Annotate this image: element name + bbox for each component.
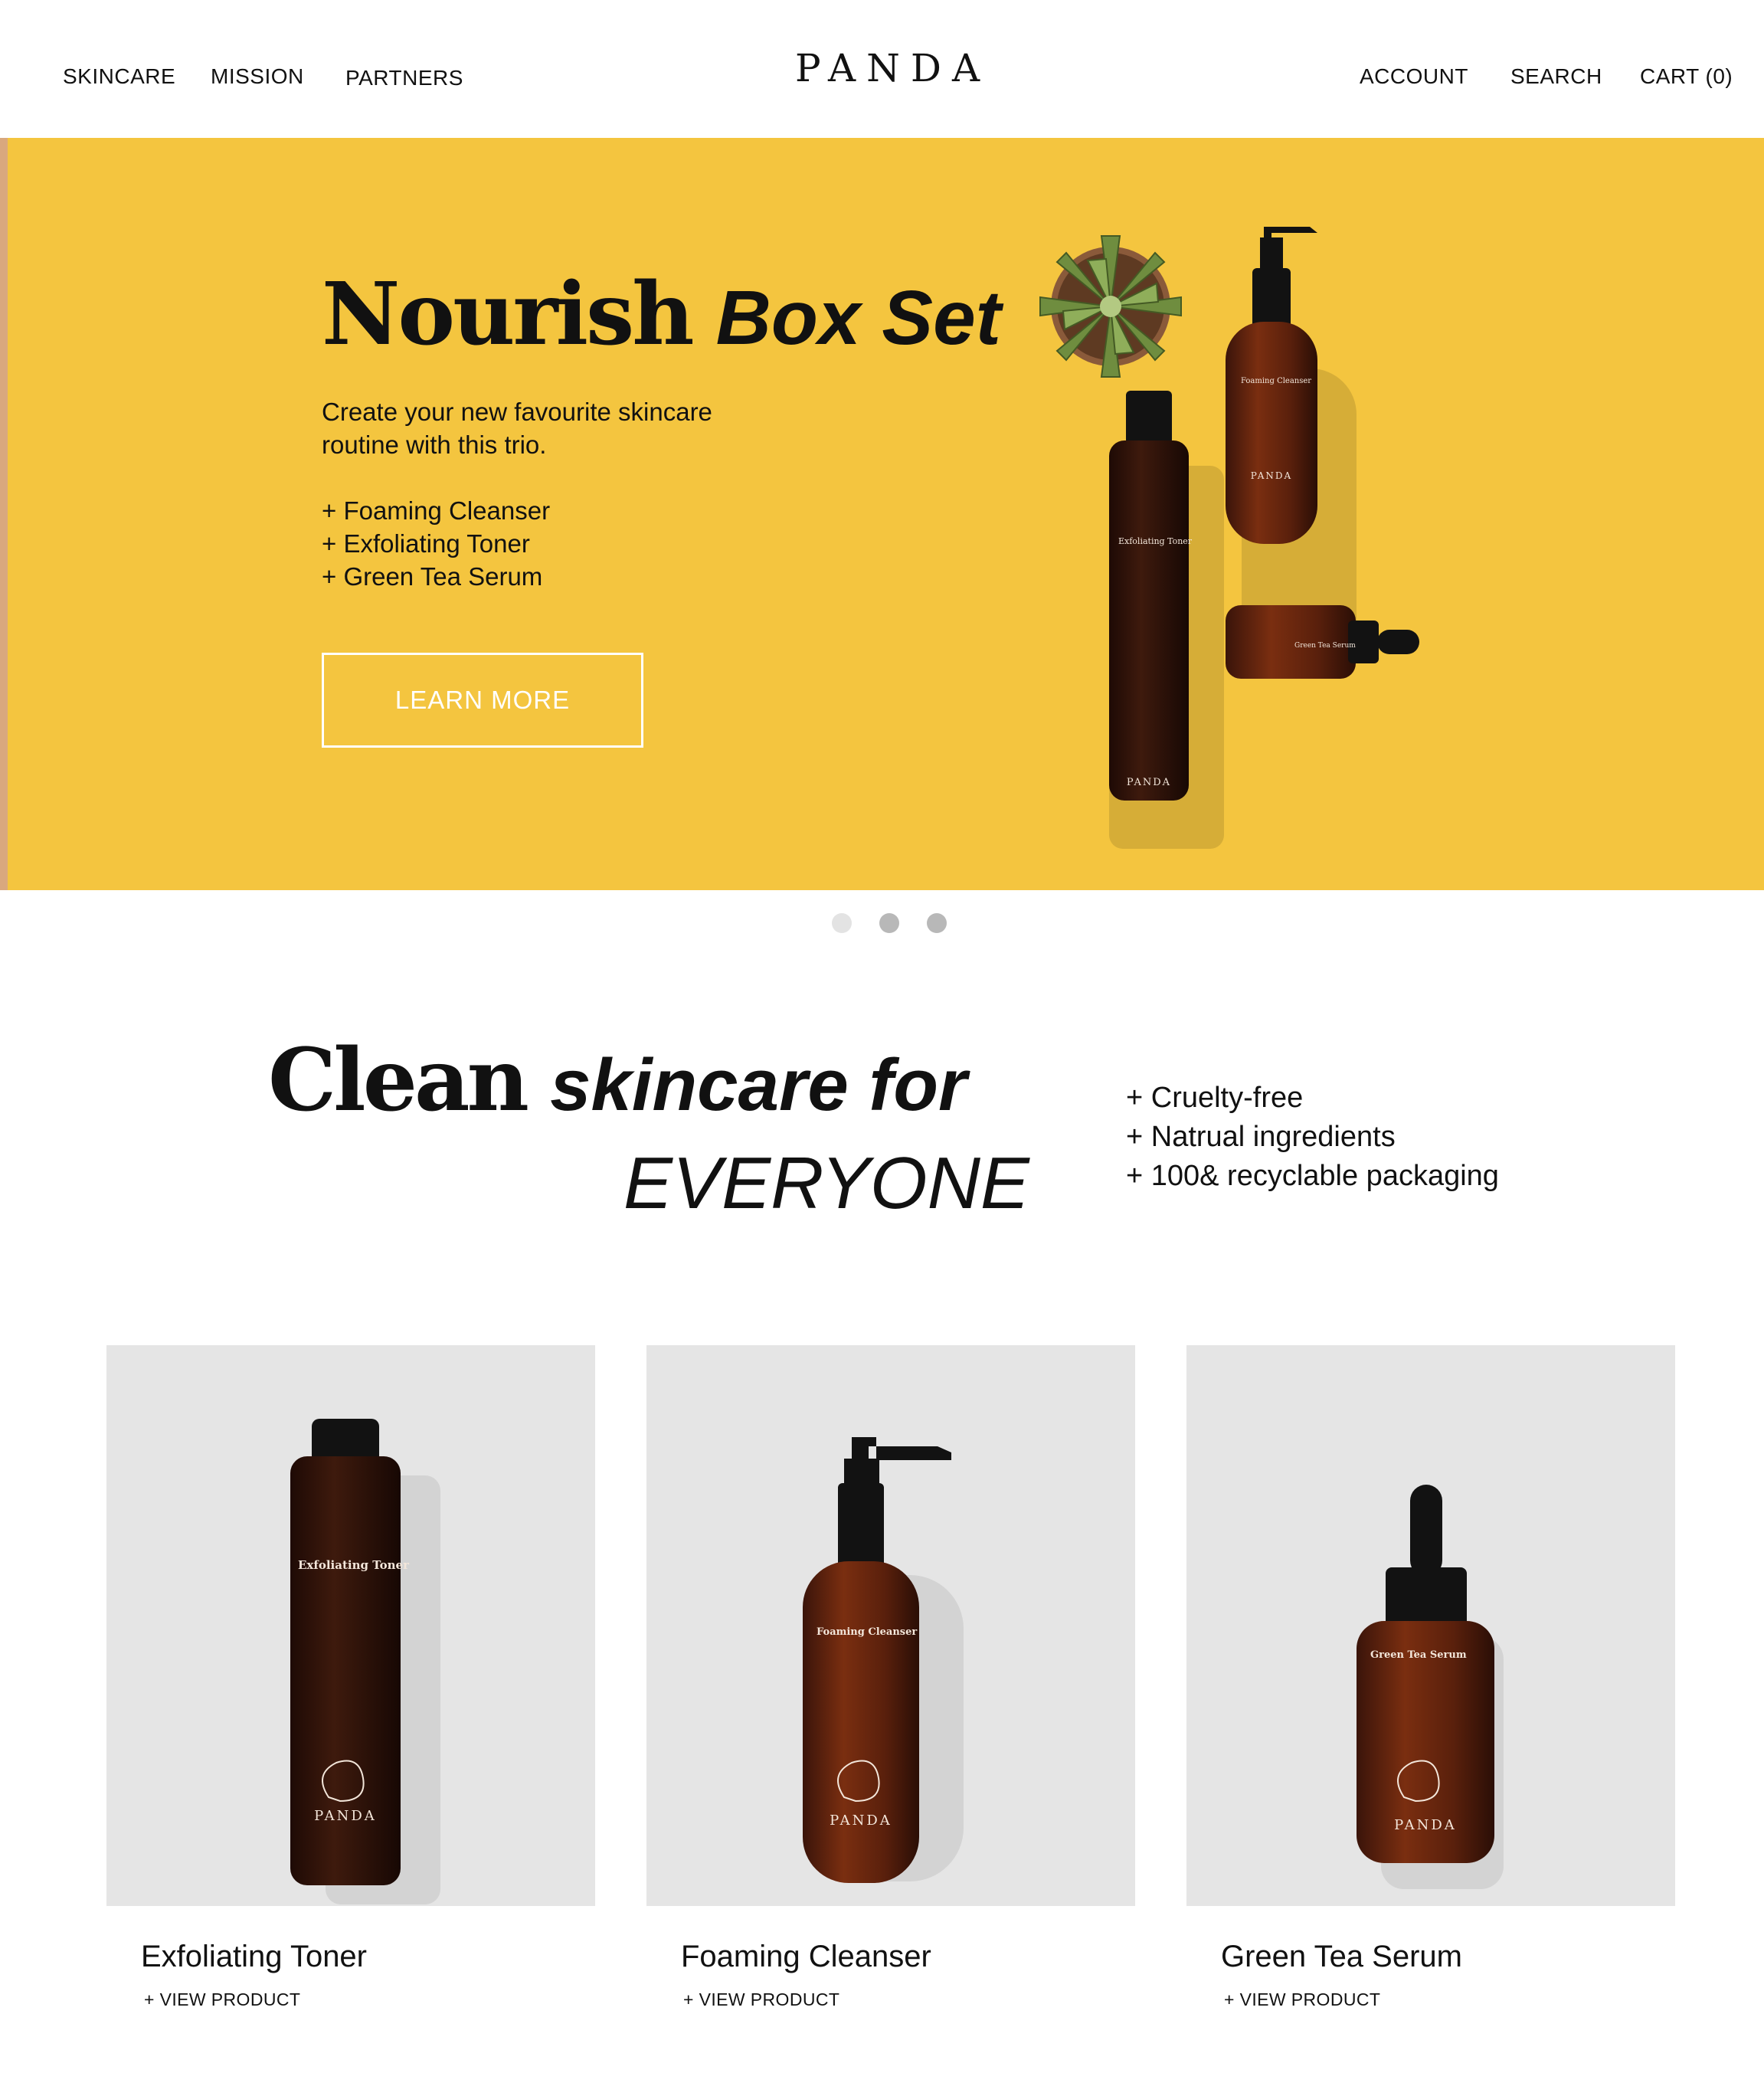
carousel-dot[interactable]: [927, 913, 947, 933]
toner-product-image: Exfoliating Toner PANDA: [290, 1419, 440, 1904]
learn-more-button[interactable]: LEARN MORE: [322, 653, 643, 748]
hero-cleanser-label: Foaming Cleanser: [1241, 377, 1311, 385]
hero-item: + Green Tea Serum: [322, 562, 543, 591]
site-header: SKINCARE MISSION PARTNERS PANDA ACCOUNT …: [0, 0, 1764, 138]
hero-toner-label: Exfoliating Toner: [1118, 536, 1193, 546]
intro-headline-everyone: EVERYONE: [623, 1142, 1029, 1224]
product-card-serum[interactable]: Green Tea Serum PANDA: [1186, 1345, 1675, 1906]
toner-bottle-brand: PANDA: [314, 1808, 377, 1824]
hero-cleanser-brand: PANDA: [1251, 470, 1292, 481]
hero-cleanser-bottle: PANDA Foaming Cleanser: [1226, 227, 1317, 544]
view-product-link[interactable]: + VIEW PRODUCT: [683, 1989, 839, 2010]
cleanser-bottle-label: Foaming Cleanser: [817, 1626, 917, 1638]
nav-account[interactable]: ACCOUNT: [1360, 64, 1468, 89]
brand-logo[interactable]: PANDA: [795, 46, 990, 90]
nav-cart[interactable]: CART (0): [1640, 64, 1733, 89]
succulent-plant: [1039, 235, 1182, 378]
intro-headline-accent: skincare for: [550, 1044, 967, 1126]
product-card-toner[interactable]: Exfoliating Toner PANDA: [106, 1345, 595, 1906]
hero-title: Nourish Box Set: [322, 272, 1001, 358]
carousel-dot[interactable]: [832, 913, 852, 933]
serum-bottle-brand: PANDA: [1394, 1817, 1457, 1833]
hero-item: + Exfoliating Toner: [322, 529, 530, 558]
feature-item: + Cruelty-free: [1126, 1082, 1304, 1114]
hero-item: + Foaming Cleanser: [322, 496, 551, 525]
nav-skincare[interactable]: SKINCARE: [63, 64, 175, 89]
hero-serum-bottle: Green Tea Serum: [1226, 605, 1419, 679]
cleanser-bottle-brand: PANDA: [830, 1813, 892, 1829]
product-name: Exfoliating Toner: [141, 1940, 367, 1973]
intro-headline: Clean skincare for: [268, 1038, 967, 1124]
view-product-link[interactable]: + VIEW PRODUCT: [1224, 1989, 1380, 2010]
hero-serum-label: Green Tea Serum: [1294, 642, 1356, 650]
hero-title-main: Nourish: [322, 264, 695, 365]
carousel-dot[interactable]: [879, 913, 899, 933]
feature-item: + 100& recyclable packaging: [1126, 1160, 1499, 1192]
hero-title-accent: Box Set: [715, 275, 1001, 361]
cleanser-product-image: Foaming Cleanser PANDA: [803, 1437, 964, 1883]
intro-headline-main: Clean: [268, 1030, 529, 1131]
hero-description-line2: routine with this trio.: [322, 431, 547, 459]
hero-toner-bottle: PANDA Exfoliating Toner: [1109, 391, 1193, 801]
product-name: Green Tea Serum: [1221, 1940, 1462, 1973]
product-card-cleanser[interactable]: Foaming Cleanser PANDA: [646, 1345, 1135, 1906]
hero-toner-brand: PANDA: [1127, 777, 1171, 788]
product-name: Foaming Cleanser: [681, 1940, 931, 1973]
serum-product-image: Green Tea Serum PANDA: [1357, 1485, 1504, 1889]
nav-search[interactable]: SEARCH: [1510, 64, 1602, 89]
toner-bottle-label: Exfoliating Toner: [298, 1558, 410, 1572]
nav-partners[interactable]: PARTNERS: [345, 66, 463, 90]
hero-description-line1: Create your new favourite skincare: [322, 398, 712, 426]
view-product-link[interactable]: + VIEW PRODUCT: [144, 1989, 300, 2010]
hero-product-image: PANDA Foaming Cleanser PANDA Exfoliating…: [1039, 227, 1419, 849]
serum-bottle-label: Green Tea Serum: [1370, 1649, 1467, 1661]
feature-item: + Natrual ingredients: [1126, 1121, 1396, 1153]
hero-banner: Nourish Box Set Create your new favourit…: [0, 138, 1764, 890]
nav-mission[interactable]: MISSION: [211, 64, 304, 89]
hero-edge-strip: [0, 138, 8, 890]
